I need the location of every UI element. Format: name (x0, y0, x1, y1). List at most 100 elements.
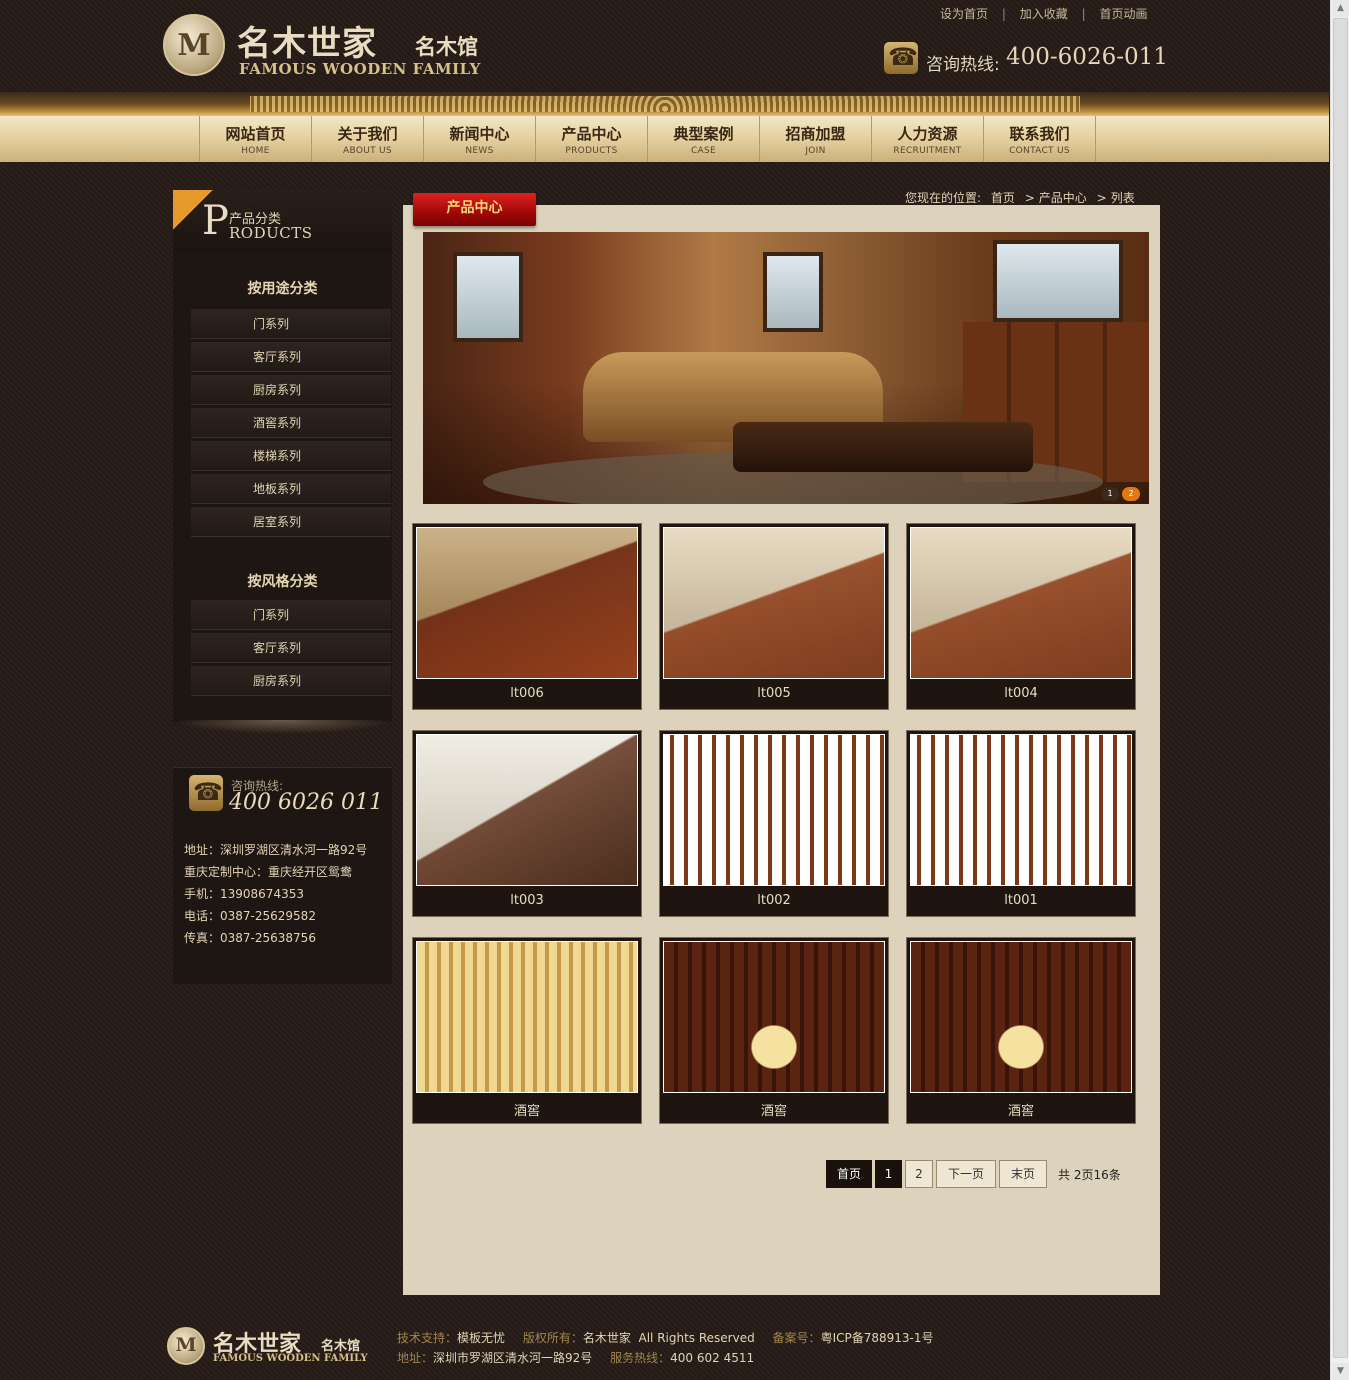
footer-copyright: 名木世家 All Rights Reserved (582, 1331, 755, 1345)
breadcrumb-item-products[interactable]: 产品中心 (1039, 189, 1087, 206)
product-name[interactable]: lt006 (413, 686, 641, 701)
next-page-button[interactable]: 下一页 (936, 1160, 996, 1188)
contact-fax: 传真：0387-25638756 (184, 931, 316, 945)
contact-phone: 电话：0387-25629582 (184, 909, 316, 923)
scroll-down-arrow-icon[interactable]: ▼ (1332, 1363, 1349, 1380)
product-image[interactable] (416, 527, 638, 679)
vertical-scrollbar[interactable]: ▲ ▼ (1330, 0, 1349, 1380)
product-card[interactable]: 酒窖 (659, 937, 889, 1124)
product-card[interactable]: lt002 (659, 730, 889, 917)
banner-dot-active[interactable]: 2 (1122, 487, 1140, 501)
banner-dot[interactable]: 1 (1101, 487, 1119, 501)
product-name[interactable]: lt001 (907, 893, 1135, 908)
hotline-label: 咨询热线: (926, 55, 1000, 75)
page-background: M 名木世家 名木馆 FAMOUS WOODEN FAMILY 设为首页 | 加… (0, 0, 1329, 1380)
product-name[interactable]: lt005 (660, 686, 888, 701)
nav-sublabel: RECRUITMENT (893, 146, 962, 156)
breadcrumb-separator: > (1024, 191, 1035, 205)
section-tab: 产品中心 (413, 193, 536, 226)
top-link-separator: | (1081, 7, 1086, 21)
sidebar-item-living-room[interactable]: 客厅系列 (191, 633, 391, 663)
footer-key: 版权所有： (522, 1331, 583, 1345)
banner-pager: 1 2 (1101, 487, 1140, 501)
set-homepage-link[interactable]: 设为首页 (940, 5, 988, 22)
nav-case[interactable]: 典型案例 CASE (648, 116, 760, 162)
product-card[interactable]: lt001 (906, 730, 1136, 917)
product-card[interactable]: lt006 (412, 523, 642, 710)
footer-key: 技术支持： (397, 1331, 458, 1345)
product-image[interactable] (910, 734, 1132, 886)
product-card[interactable]: 酒窖 (412, 937, 642, 1124)
product-banner-image[interactable] (423, 232, 1149, 504)
contact-hotline-number: 400 6026 011 (229, 790, 383, 815)
last-page-button[interactable]: 末页 (999, 1160, 1047, 1188)
nav-products[interactable]: 产品中心 PRODUCTS (536, 116, 648, 162)
sidebar-item-kitchen[interactable]: 厨房系列 (191, 375, 391, 405)
footer-logo-badge-icon: M (167, 1327, 205, 1365)
product-card[interactable]: 酒窖 (906, 937, 1136, 1124)
first-page-button[interactable]: 首页 (826, 1160, 872, 1188)
sidebar-item-living-room[interactable]: 客厅系列 (191, 342, 391, 372)
product-card[interactable]: lt005 (659, 523, 889, 710)
scroll-up-arrow-icon[interactable]: ▲ (1332, 0, 1349, 17)
product-card[interactable]: lt004 (906, 523, 1136, 710)
scrollbar-thumb[interactable] (1333, 18, 1348, 1358)
nav-join[interactable]: 招商加盟 JOIN (760, 116, 872, 162)
nav-news[interactable]: 新闻中心 NEWS (424, 116, 536, 162)
telephone-icon (884, 42, 918, 74)
sidebar-item-door[interactable]: 门系列 (191, 309, 391, 339)
nav-label: 关于我们 (337, 125, 398, 143)
product-image[interactable] (416, 941, 638, 1093)
breadcrumb-prefix: 您现在的位置: (905, 191, 982, 205)
logo-badge-icon: M (163, 14, 225, 76)
page-2-button[interactable]: 2 (905, 1160, 933, 1188)
site-logo[interactable]: M 名木世家 名木馆 FAMOUS WOODEN FAMILY (163, 14, 493, 80)
footer-icp[interactable]: 粤ICP备788913-1号 (821, 1329, 934, 1346)
nav-about[interactable]: 关于我们 ABOUT US (312, 116, 424, 162)
footer-line-2: 地址：深圳市罗湖区清水河一路92号 服务热线：400 602 4511 (397, 1349, 754, 1366)
product-name[interactable]: lt003 (413, 893, 641, 908)
footer-logo-name-en: FAMOUS WOODEN FAMILY (213, 1353, 368, 1364)
homepage-animation-link[interactable]: 首页动画 (1099, 5, 1147, 22)
sidebar-item-floor[interactable]: 地板系列 (191, 474, 391, 504)
page-1-button[interactable]: 1 (875, 1160, 902, 1188)
nav-home[interactable]: 网站首页 HOME (200, 116, 312, 162)
product-image[interactable] (663, 527, 885, 679)
logo-name-cn: 名木世家 (237, 24, 377, 64)
sidebar-item-bedroom[interactable]: 居室系列 (191, 507, 391, 537)
product-card[interactable]: lt003 (412, 730, 642, 917)
sidebar-item-stairs[interactable]: 楼梯系列 (191, 441, 391, 471)
breadcrumb-separator: > (1096, 191, 1107, 205)
sidebar-item-kitchen[interactable]: 厨房系列 (191, 666, 391, 696)
product-name[interactable]: 酒窖 (660, 1100, 888, 1119)
product-image[interactable] (663, 734, 885, 886)
category-heading-style: 按风格分类 (247, 574, 318, 590)
product-image[interactable] (663, 941, 885, 1093)
nav-contact[interactable]: 联系我们 CONTACT US (984, 116, 1096, 162)
banner-window (453, 252, 523, 342)
product-name[interactable]: 酒窖 (907, 1100, 1135, 1119)
contact-address: 地址：深圳罗湖区清水河一路92号 (184, 843, 368, 857)
product-name[interactable]: 酒窖 (413, 1100, 641, 1119)
add-favorite-link[interactable]: 加入收藏 (1020, 5, 1068, 22)
sidebar-item-door[interactable]: 门系列 (191, 600, 391, 630)
category-heading-usage: 按用途分类 (247, 281, 318, 297)
product-name[interactable]: lt004 (907, 686, 1135, 701)
product-image[interactable] (910, 527, 1132, 679)
telephone-icon (189, 775, 223, 811)
contact-mobile: 手机：13908674353 (184, 887, 304, 901)
sidebar-title-en: RODUCTS (229, 224, 313, 242)
product-name[interactable]: lt002 (660, 893, 888, 908)
contact-custom-center: 重庆定制中心：重庆经开区鸳鸯 (184, 865, 353, 879)
breadcrumb-item-home[interactable]: 首页 (991, 189, 1015, 206)
nav-recruitment[interactable]: 人力资源 RECRUITMENT (872, 116, 984, 162)
banner-window (993, 240, 1123, 322)
sidebar-item-wine-cellar[interactable]: 酒窖系列 (191, 408, 391, 438)
footer-key: 服务热线： (610, 1351, 671, 1365)
product-image[interactable] (910, 941, 1132, 1093)
footer-tech-support[interactable]: 模板无忧 (457, 1329, 505, 1346)
banner-table (733, 422, 1033, 472)
nav-label: 产品中心 (561, 125, 622, 143)
product-image[interactable] (416, 734, 638, 886)
nav-label: 联系我们 (1009, 125, 1070, 143)
